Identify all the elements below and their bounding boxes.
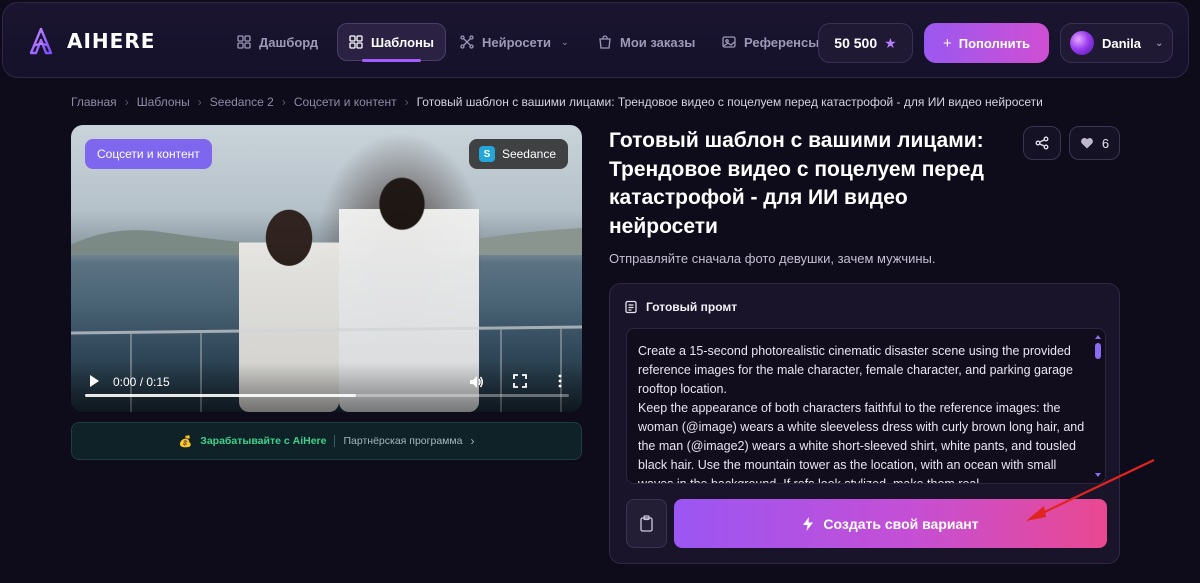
seedance-logo-icon: S <box>478 146 495 162</box>
breadcrumb: Главная › Шаблоны › Seedance 2 › Соцсети… <box>71 95 1043 109</box>
topup-label: Пополнить <box>958 35 1030 51</box>
top-navbar: AIHERE Дашборд Шаблоны Нейросети ⌄ Мои з… <box>2 2 1189 78</box>
breadcrumb-separator-icon: › <box>124 95 129 109</box>
template-description: Отправляйте сначала фото девушки, зачем … <box>609 251 936 266</box>
breadcrumb-separator-icon: › <box>404 95 409 109</box>
video-time: 0:00 / 0:15 <box>113 375 170 389</box>
nav-templates[interactable]: Шаблоны <box>337 23 446 62</box>
prompt-heading: Готовый промт <box>624 300 737 314</box>
chevron-right-icon: › <box>470 434 475 448</box>
create-variant-button[interactable]: Создать свой вариант <box>674 499 1107 548</box>
nav-neural-networks[interactable]: Нейросети ⌄ <box>449 23 580 61</box>
logo[interactable]: AIHERE <box>29 27 155 55</box>
video-progress-fill <box>85 394 357 397</box>
chevron-down-icon: ⌄ <box>560 36 569 47</box>
templates-grid-icon <box>349 35 363 49</box>
breadcrumb-templates[interactable]: Шаблоны <box>137 95 190 109</box>
scroll-thumb[interactable] <box>1095 343 1101 359</box>
logo-text: AIHERE <box>67 29 156 53</box>
volume-icon[interactable] <box>468 374 484 390</box>
prompt-textarea[interactable]: Create a 15-second photorealistic cinema… <box>626 328 1106 484</box>
dashboard-icon <box>237 35 251 49</box>
play-icon[interactable] <box>87 374 101 388</box>
logo-mark-icon <box>29 27 53 55</box>
user-name: Danila <box>1102 35 1142 51</box>
prompt-heading-label: Готовый промт <box>646 300 738 314</box>
video-controls: 0:00 / 0:15 <box>71 362 582 412</box>
video-progress-bar[interactable] <box>85 394 569 397</box>
scroll-up-icon[interactable] <box>1095 335 1101 339</box>
nav-dashboard-label: Дашборд <box>259 34 319 50</box>
prompt-card: Готовый промт Create a 15-second photore… <box>609 283 1120 564</box>
affiliate-earn-label: Зарабатывайте с AiHere <box>200 435 327 447</box>
like-count: 6 <box>1101 135 1110 151</box>
clipboard-icon <box>640 515 653 532</box>
heart-icon <box>1080 138 1093 149</box>
topup-button[interactable]: + Пополнить <box>924 23 1049 63</box>
category-tag[interactable]: Соцсети и контент <box>85 139 212 169</box>
breadcrumb-separator-icon: › <box>197 95 202 109</box>
avatar <box>1070 31 1094 55</box>
fullscreen-icon[interactable] <box>513 374 527 388</box>
image-icon <box>722 36 736 48</box>
breadcrumb-seedance[interactable]: Seedance 2 <box>210 95 274 109</box>
copy-prompt-button[interactable] <box>626 499 667 548</box>
share-icon <box>1035 136 1049 150</box>
page-title: Готовый шаблон с вашими лицами: Трендово… <box>609 129 984 238</box>
prompt-scrollbar[interactable] <box>1095 335 1101 477</box>
bag-icon <box>599 35 611 49</box>
star-icon: ★ <box>884 34 897 51</box>
affiliate-banner[interactable]: 💰 Зарабатывайте с AiHere Партнёрская про… <box>71 422 582 460</box>
more-options-icon[interactable] <box>557 374 563 388</box>
nav-neural-networks-label: Нейросети <box>482 34 551 50</box>
create-variant-label: Создать свой вариант <box>823 515 979 532</box>
money-bag-icon: 💰 <box>178 435 193 448</box>
nav-my-orders[interactable]: Мои заказы <box>587 23 706 61</box>
breadcrumb-home[interactable]: Главная <box>71 95 117 109</box>
scroll-down-icon[interactable] <box>1095 473 1101 477</box>
model-tag[interactable]: S Seedance <box>468 139 568 169</box>
nav-dashboard[interactable]: Дашборд <box>226 23 329 61</box>
nav-references-label: Референсы <box>744 34 820 50</box>
share-button[interactable] <box>1023 126 1061 160</box>
nav-templates-label: Шаблоны <box>371 34 434 50</box>
user-menu[interactable]: Danila ⌄ <box>1060 23 1173 63</box>
lightning-icon <box>803 516 814 531</box>
breadcrumb-separator-icon: › <box>281 95 286 109</box>
nav-references[interactable]: Референсы <box>711 23 830 61</box>
chevron-down-icon: ⌄ <box>1155 37 1164 49</box>
balance-badge[interactable]: 50 500 ★ <box>818 23 913 63</box>
like-button[interactable]: 6 <box>1069 126 1120 160</box>
prompt-text: Create a 15-second photorealistic cinema… <box>638 344 1085 484</box>
breadcrumb-current: Готовый шаблон с вашими лицами: Трендово… <box>416 95 1043 109</box>
plus-icon: + <box>943 34 952 52</box>
affiliate-partner-label: Партнёрская программа <box>343 435 463 447</box>
model-tag-label: Seedance <box>501 147 556 161</box>
divider <box>334 435 336 447</box>
breadcrumb-social[interactable]: Соцсети и контент <box>294 95 397 109</box>
network-icon <box>460 35 474 49</box>
nav-my-orders-label: Мои заказы <box>620 34 696 50</box>
video-player[interactable]: Соцсети и контент S Seedance 0:00 / 0:15 <box>71 125 582 412</box>
balance-amount: 50 500 <box>834 35 878 51</box>
document-icon <box>625 300 637 314</box>
